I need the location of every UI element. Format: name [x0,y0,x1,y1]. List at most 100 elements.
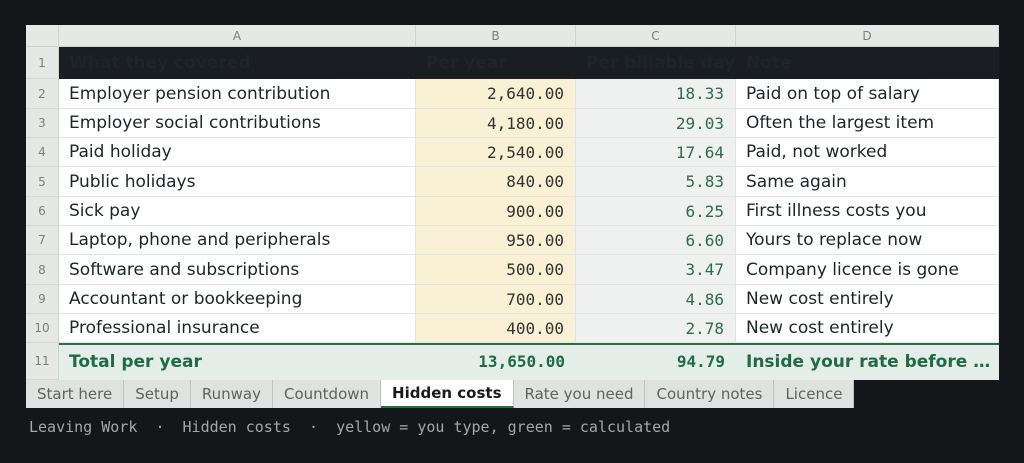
cost-item-cell[interactable]: Accountant or bookkeeping [59,285,416,314]
header-label: Per year [426,53,507,73]
note-cell-value: Often the largest item [746,113,935,133]
row-number[interactable]: 5 [26,167,59,197]
tab-setup[interactable]: Setup [124,380,191,408]
per-day-calculated-cell[interactable]: 6.25 [576,197,736,226]
note-cell-value: Yours to replace now [746,230,923,250]
total-per-year-cell-value: 13,650.00 [478,352,565,371]
cost-item-cell[interactable]: Employer pension contribution [59,79,416,109]
per-year-input-cell[interactable]: 500.00 [416,255,576,285]
header-cell-per-day[interactable]: Per billable day [576,47,736,79]
per-day-calculated-cell[interactable]: 5.83 [576,167,736,197]
per-day-calculated-cell[interactable]: 2.78 [576,314,736,343]
row-number[interactable]: 10 [26,314,59,343]
note-cell[interactable]: Paid, not worked [736,138,999,167]
per-year-input-cell[interactable]: 2,640.00 [416,79,576,109]
per-year-input-cell-value: 700.00 [506,289,564,309]
total-label-cell[interactable]: Total per year [59,343,416,380]
per-day-calculated-cell-value: 17.64 [675,142,724,162]
per-day-calculated-cell[interactable]: 29.03 [576,109,736,138]
cost-item-cell-value: Laptop, phone and peripherals [69,230,331,250]
row-number[interactable]: 2 [26,79,59,109]
cost-item-cell-value: Employer social contributions [69,113,321,133]
cost-item-cell-value: Paid holiday [69,142,172,162]
note-cell[interactable]: Company licence is gone [736,255,999,285]
row-number[interactable]: 4 [26,138,59,167]
cost-item-cell-value: Public holidays [69,171,196,192]
per-year-input-cell[interactable]: 400.00 [416,314,576,343]
cost-item-cell[interactable]: Laptop, phone and peripherals [59,226,416,255]
per-year-input-cell[interactable]: 900.00 [416,197,576,226]
per-day-calculated-cell-value: 6.60 [685,230,724,250]
per-day-calculated-cell-value: 29.03 [675,113,724,133]
note-cell[interactable]: Same again [736,167,999,197]
cost-item-cell[interactable]: Employer social contributions [59,109,416,138]
per-year-input-cell[interactable]: 2,540.00 [416,138,576,167]
total-note-cell[interactable]: Inside your rate before yo... [736,343,999,380]
cost-item-cell[interactable]: Paid holiday [59,138,416,167]
per-day-calculated-cell-value: 5.83 [685,172,724,191]
tab-start-here[interactable]: Start here [26,380,125,408]
tab-hidden-costs[interactable]: Hidden costs [381,380,514,408]
header-cell-covered[interactable]: What they covered [59,47,416,79]
row-number[interactable]: 1 [26,47,59,79]
header-label: What they covered [69,53,251,73]
cost-item-cell-value: Professional insurance [69,318,260,338]
note-cell[interactable]: New cost entirely [736,285,999,314]
row-number[interactable]: 9 [26,285,59,314]
row-number[interactable]: 3 [26,109,59,138]
tab-licence[interactable]: Licence [774,380,855,408]
row-number[interactable]: 11 [26,343,59,380]
cost-item-cell-value: Accountant or bookkeeping [69,289,303,309]
per-year-input-cell-value: 2,640.00 [486,84,564,103]
total-per-day-cell-value: 94.79 [676,352,725,371]
total-label-cell-value: Total per year [69,351,202,372]
header-cell-per-year[interactable]: Per year [416,47,576,79]
tab-rate-you-need[interactable]: Rate you need [513,380,646,408]
tab-country-notes[interactable]: Country notes [645,380,775,408]
note-cell-value: New cost entirely [746,318,894,338]
per-day-calculated-cell[interactable]: 18.33 [576,79,736,109]
status-footer: Leaving Work · Hidden costs · yellow = y… [29,418,670,436]
per-year-input-cell[interactable]: 4,180.00 [416,109,576,138]
tab-runway[interactable]: Runway [190,380,273,408]
note-cell[interactable]: Yours to replace now [736,226,999,255]
per-year-input-cell-value: 500.00 [506,260,564,279]
per-day-calculated-cell-value: 4.86 [685,289,724,309]
per-day-calculated-cell[interactable]: 4.86 [576,285,736,314]
total-per-year-cell[interactable]: 13,650.00 [416,343,576,380]
footer-app: Leaving Work [29,418,138,436]
note-cell[interactable]: New cost entirely [736,314,999,343]
per-day-calculated-cell[interactable]: 3.47 [576,255,736,285]
column-header-b[interactable]: B [416,25,576,47]
header-cell-note[interactable]: Note [736,47,999,79]
tab-countdown[interactable]: Countdown [273,380,382,408]
spreadsheet-grid: A B C D 1 2 3 4 5 6 7 8 9 10 11 What they covered Per ye… [26,25,999,380]
note-cell[interactable]: Paid on top of salary [736,79,999,109]
per-year-input-cell-value: 400.00 [506,318,564,338]
select-all-corner[interactable] [26,25,59,47]
column-header-c[interactable]: C [576,25,736,47]
per-year-input-cell[interactable]: 950.00 [416,226,576,255]
total-per-day-cell[interactable]: 94.79 [576,343,736,380]
row-number[interactable]: 7 [26,226,59,255]
row-number[interactable]: 8 [26,255,59,285]
row-number[interactable]: 6 [26,197,59,226]
cost-item-cell[interactable]: Sick pay [59,197,416,226]
cost-item-cell[interactable]: Public holidays [59,167,416,197]
per-year-input-cell[interactable]: 700.00 [416,285,576,314]
note-cell[interactable]: First illness costs you [736,197,999,226]
per-day-calculated-cell-value: 3.47 [685,260,724,279]
column-header-d[interactable]: D [736,25,999,47]
footer-sheet: Hidden costs [182,418,291,436]
note-cell[interactable]: Often the largest item [736,109,999,138]
cost-item-cell[interactable]: Professional insurance [59,314,416,343]
per-day-calculated-cell[interactable]: 17.64 [576,138,736,167]
column-header-a[interactable]: A [59,25,416,47]
note-cell-value: New cost entirely [746,289,894,309]
per-day-calculated-cell[interactable]: 6.60 [576,226,736,255]
per-year-input-cell-value: 4,180.00 [486,113,564,133]
per-year-input-cell-value: 950.00 [506,230,564,250]
per-year-input-cell[interactable]: 840.00 [416,167,576,197]
per-day-calculated-cell-value: 6.25 [685,201,724,221]
cost-item-cell[interactable]: Software and subscriptions [59,255,416,285]
